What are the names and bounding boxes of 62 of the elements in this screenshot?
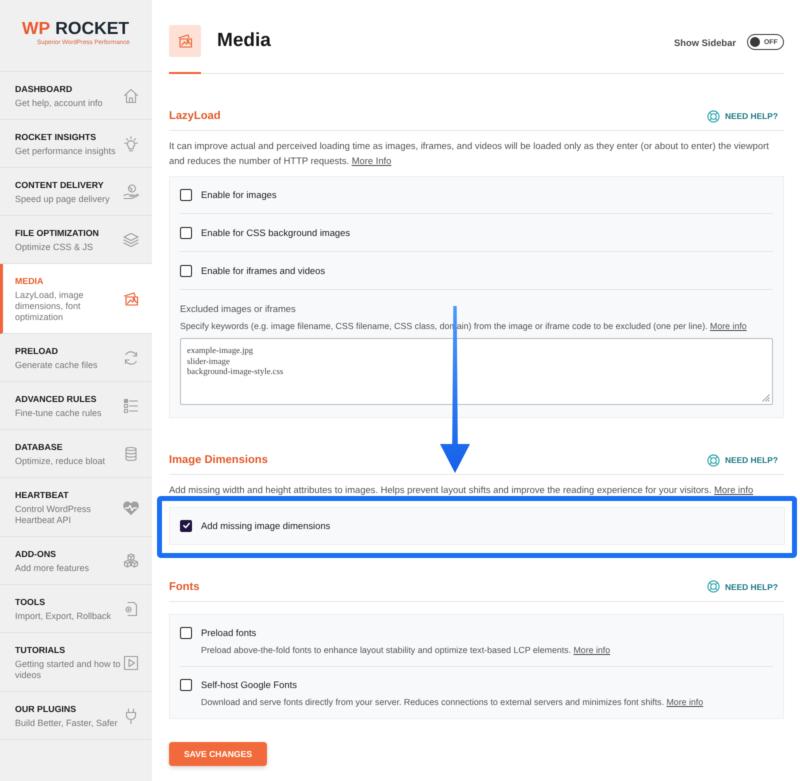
section-title: Image Dimensions <box>169 454 268 466</box>
logo-prefix: WP <box>22 19 50 37</box>
option-label: Self-host Google Fonts <box>201 678 297 690</box>
sidebar-item[interactable]: DATABASE Optimize, reduce bloat <box>0 430 152 478</box>
option-label: Enable for iframes and videos <box>201 264 326 276</box>
need-help-link[interactable]: NEED HELP? <box>706 454 778 466</box>
globe-hand-icon <box>122 183 140 201</box>
option-description: Preload above-the-fold fonts to enhance layout stability and optimize text-based LCP elements. More info <box>201 644 612 656</box>
textarea-field[interactable]: example-image.jpg slider-image background-image-style.css <box>180 338 773 405</box>
images-icon <box>122 290 140 308</box>
more-info-link[interactable]: More Info <box>352 154 392 166</box>
house-icon <box>122 87 140 105</box>
option-label: Preload fonts <box>201 626 256 638</box>
resize-grip-icon <box>762 394 770 402</box>
lifebuoy-icon <box>706 454 720 466</box>
toggle-label: Show Sidebar <box>674 36 736 48</box>
play-icon <box>122 654 140 672</box>
sidebar-item[interactable]: TUTORIALS Getting started and how to videos <box>0 633 152 692</box>
option-label: Add missing image dimensions <box>201 520 330 532</box>
sidebar-item[interactable]: ADD-ONS Add more features <box>0 537 152 585</box>
section-description: Add missing width and height attributes to images. Helps prevent layout shifts and improve the reading experience for your visitors. More info <box>169 483 754 497</box>
cubes-icon <box>122 552 140 570</box>
checkbox[interactable] <box>180 226 192 238</box>
heart-pulse-icon <box>122 498 140 516</box>
option-label: Enable for CSS background images <box>201 226 350 238</box>
sidebar-item[interactable]: ROCKET INSIGHTS Get performance insights <box>0 120 152 168</box>
option-label: Enable for images <box>201 189 277 201</box>
sidebar-item[interactable]: MEDIA LazyLoad, image dimensions, font optimization <box>0 264 152 334</box>
checkbox[interactable] <box>180 189 192 201</box>
section-description: It can improve actual and perceived loading time as images, iframes, and videos will be loaded only as they enter (or about to enter) the viewport and reduces the number of HTTP requests. More Info <box>169 139 770 168</box>
lifebuoy-icon <box>706 110 720 122</box>
more-info-link[interactable]: More info <box>573 644 610 654</box>
list-icon <box>122 397 140 415</box>
more-info-link[interactable]: More info <box>714 484 754 495</box>
need-help-link[interactable]: NEED HELP? <box>706 110 778 122</box>
refresh-icon <box>122 349 140 367</box>
lightbulb-icon <box>122 135 140 153</box>
checkbox[interactable] <box>180 520 192 532</box>
field-label: Excluded images or iframes <box>180 303 297 315</box>
option-description: Download and serve fonts directly from your server. Reduces connections to external servers and minimizes font shifts. More info <box>201 696 704 708</box>
logo-name: ROCKET <box>55 19 130 37</box>
section-title: LazyLoad <box>169 110 221 122</box>
layers-icon <box>122 231 140 249</box>
sidebar-item[interactable]: CONTENT DELIVERY Speed up page delivery <box>0 168 152 216</box>
checkbox[interactable] <box>180 678 192 690</box>
checkbox[interactable] <box>180 264 192 276</box>
sidebar-item[interactable]: HEARTBEAT Control WordPress Heartbeat API <box>0 478 152 537</box>
page-title: Media <box>217 30 271 52</box>
checkbox[interactable] <box>180 626 192 638</box>
section-title: Fonts <box>169 580 200 592</box>
sidebar-item[interactable]: ADVANCED RULES Fine-tune cache rules <box>0 382 152 430</box>
images-icon <box>169 25 201 57</box>
more-info-link[interactable]: More info <box>666 696 704 706</box>
sidebar-item[interactable]: PRELOAD Generate cache files <box>0 334 152 382</box>
sidebar-item[interactable]: TOOLS Import, Export, Rollback <box>0 585 152 633</box>
check-icon <box>182 521 190 530</box>
need-help-link[interactable]: NEED HELP? <box>706 580 778 593</box>
more-info-link[interactable]: More info <box>710 321 747 331</box>
sidebar-item[interactable]: DASHBOARD Get help, account info <box>0 72 152 120</box>
knob-icon <box>750 37 760 47</box>
sidebar-item[interactable]: OUR PLUGINS Build Better, Faster, Safer <box>0 692 152 740</box>
lifebuoy-icon <box>706 580 720 593</box>
